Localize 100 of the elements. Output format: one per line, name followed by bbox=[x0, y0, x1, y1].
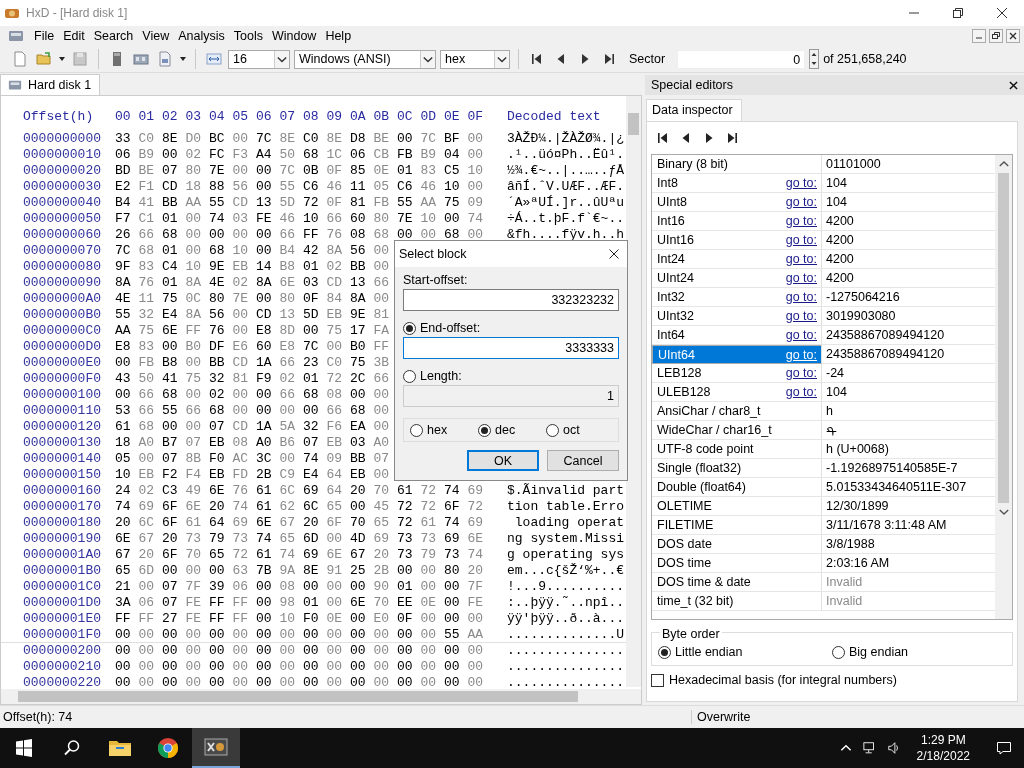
next-icon[interactable] bbox=[703, 132, 715, 144]
go-to-link[interactable]: go to: bbox=[785, 233, 817, 247]
document-tab[interactable]: Hard disk 1 bbox=[0, 74, 101, 95]
close-icon[interactable] bbox=[609, 249, 619, 259]
document-icon[interactable] bbox=[157, 51, 173, 67]
radio-button[interactable]: End-offset: bbox=[403, 321, 481, 335]
go-to-link[interactable]: go to: bbox=[785, 290, 817, 304]
radio-button[interactable]: Big endian bbox=[832, 645, 1006, 659]
checkbox[interactable]: Hexadecimal basis (for integral numbers) bbox=[651, 673, 1013, 687]
offset-field[interactable]: 3333333 bbox=[403, 337, 619, 359]
type-cell[interactable]: Binary (8 bit) bbox=[652, 155, 822, 173]
menu-item[interactable]: Search bbox=[89, 29, 139, 43]
type-cell[interactable]: UInt8 go to: bbox=[652, 193, 822, 211]
volume-icon[interactable] bbox=[886, 741, 901, 755]
menu-item[interactable]: File bbox=[30, 29, 60, 43]
go-to-link[interactable]: go to: bbox=[785, 271, 817, 285]
type-cell[interactable]: UInt32 go to: bbox=[652, 307, 822, 325]
go-to-link[interactable]: go to: bbox=[785, 214, 817, 228]
type-cell[interactable]: DOS date bbox=[652, 535, 822, 553]
radio-button[interactable]: Little endian bbox=[658, 645, 832, 659]
close-icon[interactable] bbox=[1006, 29, 1020, 43]
type-cell[interactable]: Int64 go to: bbox=[652, 326, 822, 344]
byte-cell-text: 00 bbox=[397, 627, 414, 643]
radio-button[interactable]: hex bbox=[410, 423, 448, 437]
menu-item[interactable]: Window bbox=[267, 29, 322, 43]
last-icon[interactable] bbox=[726, 132, 738, 144]
type-cell[interactable]: Int16 go to: bbox=[652, 212, 822, 230]
caret-icon[interactable] bbox=[420, 50, 435, 68]
panel-tab[interactable]: Data inspector bbox=[646, 99, 742, 121]
byte-cell-text: 00 bbox=[326, 339, 344, 355]
previous-icon[interactable] bbox=[680, 132, 692, 144]
restore-icon[interactable] bbox=[989, 29, 1003, 43]
horizontal-scrollbar[interactable] bbox=[1, 689, 641, 704]
byte-cell-text: 61 bbox=[256, 547, 273, 563]
notification-icon[interactable] bbox=[996, 740, 1012, 756]
type-cell[interactable]: LEB128 go to: bbox=[652, 364, 822, 382]
start-offset-field[interactable]: 332323232 bbox=[403, 289, 619, 311]
type-cell[interactable]: WideChar / char16_t bbox=[652, 421, 822, 439]
type-cell[interactable]: Single (float32) bbox=[652, 459, 822, 477]
type-cell[interactable]: Int8 go to: bbox=[652, 174, 822, 192]
last-icon[interactable] bbox=[603, 53, 615, 65]
status-offset: Offset(h): 74 bbox=[0, 710, 692, 724]
type-cell[interactable]: UInt24 go to: bbox=[652, 269, 822, 287]
vertical-scrollbar[interactable] bbox=[995, 155, 1012, 619]
close-icon[interactable] bbox=[1009, 80, 1018, 90]
caret-icon[interactable] bbox=[58, 55, 66, 63]
type-cell[interactable]: Int32 go to: bbox=[652, 288, 822, 306]
type-cell[interactable]: time_t (32 bit) bbox=[652, 592, 822, 610]
menu-item[interactable]: Edit bbox=[59, 29, 90, 43]
type-cell[interactable]: Int24 go to: bbox=[652, 250, 822, 268]
byte-cell-text: 00 bbox=[420, 227, 438, 243]
network-icon[interactable] bbox=[862, 741, 877, 755]
menu-item[interactable]: View bbox=[138, 29, 175, 43]
caret-icon[interactable] bbox=[274, 50, 289, 68]
previous-icon[interactable] bbox=[555, 53, 567, 65]
go-to-link[interactable]: go to: bbox=[785, 328, 817, 342]
go-to-link[interactable]: go to: bbox=[785, 309, 817, 323]
radio-button[interactable]: dec bbox=[478, 423, 516, 437]
clock[interactable]: 1:29 PM 2/18/2022 bbox=[910, 732, 976, 764]
ok-button[interactable]: OK bbox=[467, 450, 539, 471]
vertical-scrollbar[interactable] bbox=[626, 96, 641, 687]
go-to-link[interactable]: go to: bbox=[785, 252, 817, 266]
type-cell[interactable]: ULEB128 go to: bbox=[652, 383, 822, 401]
first-icon[interactable] bbox=[531, 53, 543, 65]
go-to-link[interactable]: go to: bbox=[785, 366, 817, 380]
go-to-link[interactable]: go to: bbox=[785, 347, 817, 362]
caret-icon[interactable] bbox=[494, 50, 509, 68]
byte-cell-text: 00 bbox=[162, 147, 179, 163]
type-cell[interactable]: FILETIME bbox=[652, 516, 822, 534]
go-to-link[interactable]: go to: bbox=[785, 385, 817, 399]
type-cell[interactable]: DOS time & date bbox=[652, 573, 822, 591]
menu-item[interactable]: Help bbox=[321, 29, 357, 43]
caret-icon[interactable] bbox=[179, 55, 187, 63]
byte-cell-text: 65 bbox=[115, 563, 132, 579]
type-cell[interactable]: DOS time bbox=[652, 554, 822, 572]
menu-item[interactable]: Analysis bbox=[174, 29, 230, 43]
offset-field[interactable]: 1 bbox=[403, 385, 619, 407]
menu-item[interactable]: Tools bbox=[229, 29, 268, 43]
type-cell[interactable]: Double (float64) bbox=[652, 478, 822, 496]
cancel-button[interactable]: Cancel bbox=[547, 450, 619, 471]
radio-button[interactable]: oct bbox=[546, 423, 580, 437]
base-select[interactable]: hex bbox=[440, 49, 510, 69]
type-cell[interactable]: AnsiChar / char8_t bbox=[652, 402, 822, 420]
open-folder-icon[interactable] bbox=[36, 51, 52, 67]
go-to-link[interactable]: go to: bbox=[785, 176, 817, 190]
spin-buttons-icon[interactable] bbox=[809, 49, 820, 69]
go-to-link[interactable]: go to: bbox=[785, 195, 817, 209]
type-cell[interactable]: UInt16 go to: bbox=[652, 231, 822, 249]
byte-cell-text: 7C bbox=[115, 243, 132, 259]
radio-button[interactable]: Length: bbox=[403, 369, 462, 383]
type-cell[interactable]: UTF-8 code point bbox=[652, 440, 822, 458]
type-cell[interactable]: UInt64 go to: bbox=[652, 345, 822, 364]
ram-icon[interactable] bbox=[133, 51, 149, 67]
bytes-per-row-select[interactable]: 16 bbox=[228, 49, 290, 69]
charset-select[interactable]: Windows (ANSI) bbox=[294, 49, 436, 69]
type-label: DOS date bbox=[657, 537, 712, 551]
first-icon[interactable] bbox=[657, 132, 669, 144]
type-cell[interactable]: OLETIME bbox=[652, 497, 822, 515]
sector-field[interactable]: 0 bbox=[677, 49, 806, 69]
next-icon[interactable] bbox=[579, 53, 591, 65]
